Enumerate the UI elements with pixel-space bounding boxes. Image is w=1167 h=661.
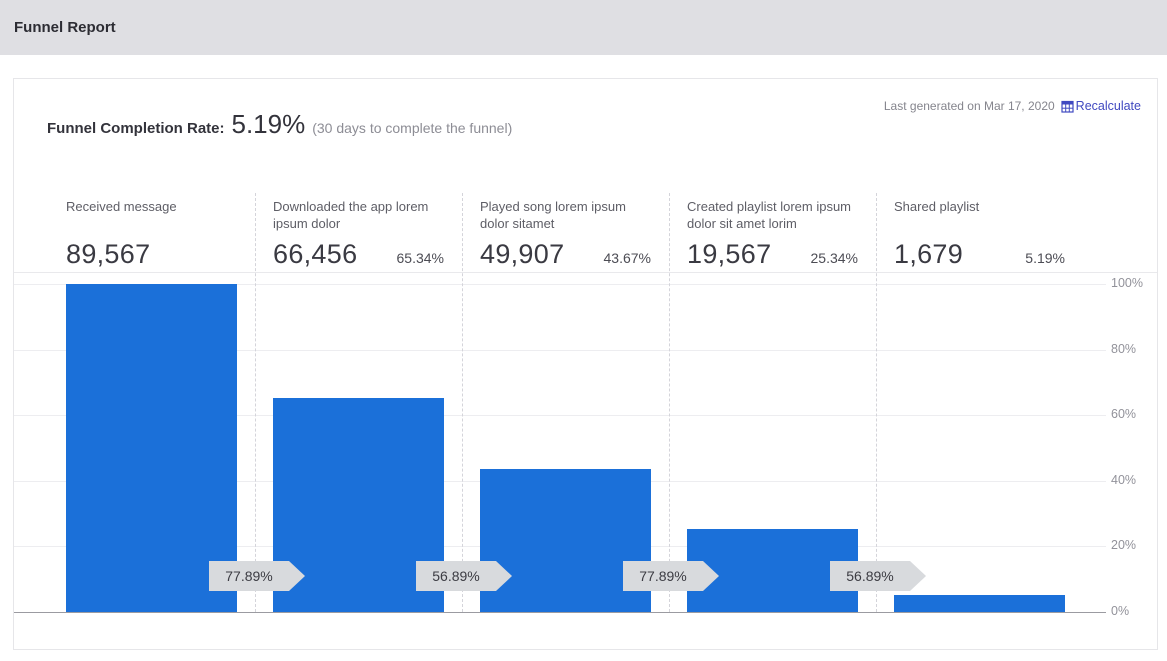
stage-count: 1,679 — [894, 239, 964, 269]
stage-numbers-row: 19,567 25.34% — [687, 239, 858, 270]
stage-count: 66,456 — [273, 239, 358, 269]
stage-label: Shared playlist — [894, 199, 980, 214]
x-axis-line — [14, 612, 1106, 613]
y-axis-tick: 20% — [1111, 538, 1137, 553]
stage-conversion-percent: 65.34% — [396, 250, 444, 266]
stage-count: 19,567 — [687, 239, 772, 269]
funnel-stage: Received message 89,567 — [66, 198, 237, 270]
step-conversion-value: 56.89% — [830, 561, 910, 591]
step-conversion-value: 77.89% — [623, 561, 703, 591]
page-title: Funnel Report — [14, 19, 116, 36]
arrow-right-icon — [703, 561, 719, 591]
stage-conversion-percent: 5.19% — [1025, 250, 1065, 266]
funnel-bar[interactable] — [894, 595, 1065, 612]
stage-numbers-row: 1,679 5.19% — [894, 239, 1065, 270]
funnel-stage: Created playlist lorem ipsum dolor sit a… — [687, 198, 858, 270]
y-axis-tick: 40% — [1111, 472, 1137, 487]
y-axis-tick: 60% — [1111, 407, 1137, 422]
funnel-stage: Downloaded the app lorem ipsum dolor 66,4… — [273, 198, 444, 270]
step-conversion-badge: 77.89% — [209, 561, 305, 591]
stage-numbers-row: 49,907 43.67% — [480, 239, 651, 270]
arrow-right-icon — [496, 561, 512, 591]
stage-divider — [876, 193, 877, 612]
top-bar: Funnel Report — [0, 0, 1167, 55]
funnel-chart: 100% 80% 60% 40% 20% 0% Received message 89,567… — [14, 79, 1157, 649]
stage-conversion-percent: 25.34% — [810, 250, 858, 266]
step-conversion-badge: 56.89% — [416, 561, 512, 591]
stage-divider — [669, 193, 670, 612]
funnel-stage: Played song lorem ipsum dolor sitamet 49,… — [480, 198, 651, 270]
funnel-stage: Shared playlist 1,679 5.19% — [894, 198, 1065, 270]
stage-divider — [462, 193, 463, 612]
stage-numbers-row: 66,456 65.34% — [273, 239, 444, 270]
stage-count: 89,567 — [66, 239, 151, 269]
stage-label: Received message — [66, 199, 177, 214]
arrow-right-icon — [289, 561, 305, 591]
step-conversion-value: 77.89% — [209, 561, 289, 591]
step-conversion-value: 56.89% — [416, 561, 496, 591]
step-conversion-badge: 77.89% — [623, 561, 719, 591]
y-axis-tick: 80% — [1111, 341, 1137, 356]
y-axis-tick: 100% — [1111, 276, 1143, 290]
stage-numbers-row: 89,567 — [66, 239, 237, 270]
stage-label: Created playlist lorem ipsum dolor sit a… — [687, 199, 852, 231]
report-card: Funnel Completion Rate: 5.19% (30 days t… — [13, 78, 1158, 650]
stage-label: Downloaded the app lorem ipsum dolor — [273, 199, 429, 231]
y-axis-tick: 0% — [1111, 604, 1130, 618]
stage-label: Played song lorem ipsum dolor sitamet — [480, 199, 626, 231]
arrow-right-icon — [910, 561, 926, 591]
stage-divider — [255, 193, 256, 612]
stage-count: 49,907 — [480, 239, 565, 269]
stage-conversion-percent: 43.67% — [603, 250, 651, 266]
step-conversion-badge: 56.89% — [830, 561, 926, 591]
